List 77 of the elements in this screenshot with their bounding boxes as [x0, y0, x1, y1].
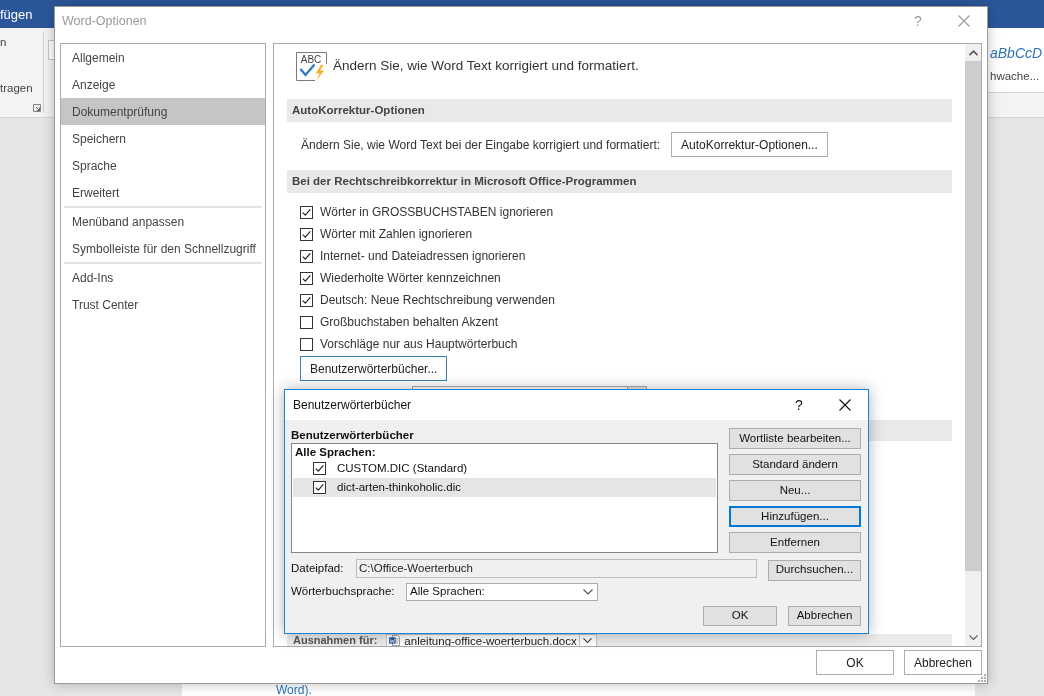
- sidebar-item[interactable]: Erweitert: [61, 179, 265, 206]
- checkbox-label: Großbuchstaben behalten Akzent: [320, 314, 499, 331]
- custom-dictionaries-button[interactable]: Benutzerwörterbücher...: [300, 356, 448, 381]
- dialog-button[interactable]: OK: [816, 650, 894, 675]
- sidebar-item[interactable]: Menüband anpassen: [61, 208, 265, 235]
- chevron-up-icon: [968, 49, 978, 56]
- checkbox-label: Wörter in GROSSBUCHSTABEN ignorieren: [320, 204, 554, 221]
- checkbox[interactable]: [300, 271, 313, 285]
- language-value: Alle Sprachen:: [409, 584, 486, 600]
- chevron-down-icon: [583, 637, 593, 644]
- checkbox-label: Internet- und Dateiadressen ignorieren: [320, 248, 526, 265]
- help-button[interactable]: ?: [776, 390, 822, 420]
- list-group-label: Alle Sprachen:: [294, 445, 377, 459]
- checkbox-label: Wörter mit Zahlen ignorieren: [320, 226, 473, 243]
- dictionary-item[interactable]: CUSTOM.DIC (Standard): [293, 459, 716, 478]
- exceptions-label: Ausnahmen für:: [293, 634, 378, 646]
- close-icon: [839, 399, 851, 411]
- sidebar-item[interactable]: Sprache: [61, 152, 265, 179]
- field-label: Dateipfad:: [291, 560, 345, 576]
- checkbox-label: Wiederholte Wörter kennzeichnen: [320, 270, 501, 287]
- dialog-button[interactable]: Standard ändern: [729, 454, 861, 475]
- checkbox[interactable]: [300, 227, 313, 241]
- option-label: Ändern Sie, wie Word Text bei der Eingabe korrigiert und formatiert:: [301, 136, 661, 154]
- checkbox[interactable]: [300, 315, 313, 329]
- dialog-button[interactable]: Abbrechen: [904, 650, 982, 675]
- ribbon-label: n: [0, 35, 8, 50]
- checkbox[interactable]: [300, 337, 313, 351]
- dialog-title: Benutzerwörterbücher: [292, 397, 412, 414]
- dictionary-name: dict-arten-thinkoholic.dic: [337, 479, 461, 495]
- sidebar-item[interactable]: Symbolleiste für den Schnellzugriff: [61, 235, 265, 262]
- dialog-button[interactable]: Abbrechen: [788, 606, 861, 626]
- sidebar-item[interactable]: Add-Ins: [61, 264, 265, 291]
- dictionary-item[interactable]: dict-arten-thinkoholic.dic: [293, 478, 716, 497]
- dialog-button[interactable]: OK: [703, 606, 777, 626]
- resize-grip-icon[interactable]: [978, 674, 986, 682]
- path-field[interactable]: C:\Office-Woerterbuch: [356, 559, 757, 578]
- sidebar-item[interactable]: Dokumentprüfung: [61, 98, 265, 125]
- document-name: anleitung-office-woerterbuch.docx: [403, 634, 578, 646]
- path-value: C:\Office-Woerterbuch: [359, 560, 473, 576]
- sidebar-item[interactable]: Trust Center: [61, 291, 265, 318]
- section-header: Bei der Rechtschreibkorrektur in Microsoft Office-Programmen: [287, 170, 952, 193]
- checkbox-label: Deutsch: Neue Rechtschreibung verwenden: [320, 292, 555, 309]
- scrollbar[interactable]: [965, 44, 981, 646]
- checkbox[interactable]: [313, 481, 326, 494]
- checkbox[interactable]: [313, 462, 326, 475]
- sidebar-item[interactable]: Allgemein: [61, 44, 265, 71]
- dropdown-field[interactable]: [412, 386, 647, 389]
- dialog-title: Word-Optionen: [61, 12, 147, 30]
- field-label: Wörterbuchsprache:: [291, 584, 396, 600]
- checkbox[interactable]: [300, 293, 313, 307]
- close-icon: [958, 15, 970, 27]
- sidebar-item[interactable]: Anzeige: [61, 71, 265, 98]
- checkbox[interactable]: [300, 249, 313, 263]
- sidebar-item[interactable]: Speichern: [61, 125, 265, 152]
- dictionary-name: CUSTOM.DIC (Standard): [337, 460, 468, 476]
- dialog-button[interactable]: Wortliste bearbeiten...: [729, 428, 861, 449]
- section-header: AutoKorrektur-Optionen: [287, 99, 952, 122]
- dialog-button[interactable]: Entfernen: [729, 532, 861, 553]
- checkbox-label: Vorschläge nur aus Hauptwörterbuch: [320, 336, 518, 353]
- ribbon-label: tragen: [0, 81, 34, 96]
- autocorrect-options-button[interactable]: AutoKorrektur-Optionen...: [671, 132, 828, 157]
- chevron-down-icon: [583, 589, 593, 595]
- language-select[interactable]: Alle Sprachen:: [406, 583, 598, 601]
- panel-heading: Ändern Sie, wie Word Text korrigiert und formatiert.: [333, 57, 639, 76]
- style-preview[interactable]: aBbCcD: [990, 44, 1044, 62]
- browse-button[interactable]: Durchsuchen...: [768, 559, 861, 581]
- style-name: hwache...: [990, 69, 1041, 84]
- dialog-launcher-icon[interactable]: [33, 104, 41, 112]
- chevron-down-icon: [968, 634, 978, 641]
- checkbox[interactable]: [300, 205, 313, 219]
- list-label: Benutzerwörterbücher: [291, 428, 415, 443]
- ribbon-tab[interactable]: fügen: [0, 5, 33, 23]
- dialog-button[interactable]: Hinzufügen...: [729, 506, 861, 527]
- scrollbar-thumb[interactable]: [965, 61, 981, 571]
- dialog-button[interactable]: Neu...: [729, 480, 861, 501]
- document-select[interactable]: anleitung-office-woerterbuch.docx: [386, 634, 597, 646]
- document-text: Word).: [276, 684, 313, 696]
